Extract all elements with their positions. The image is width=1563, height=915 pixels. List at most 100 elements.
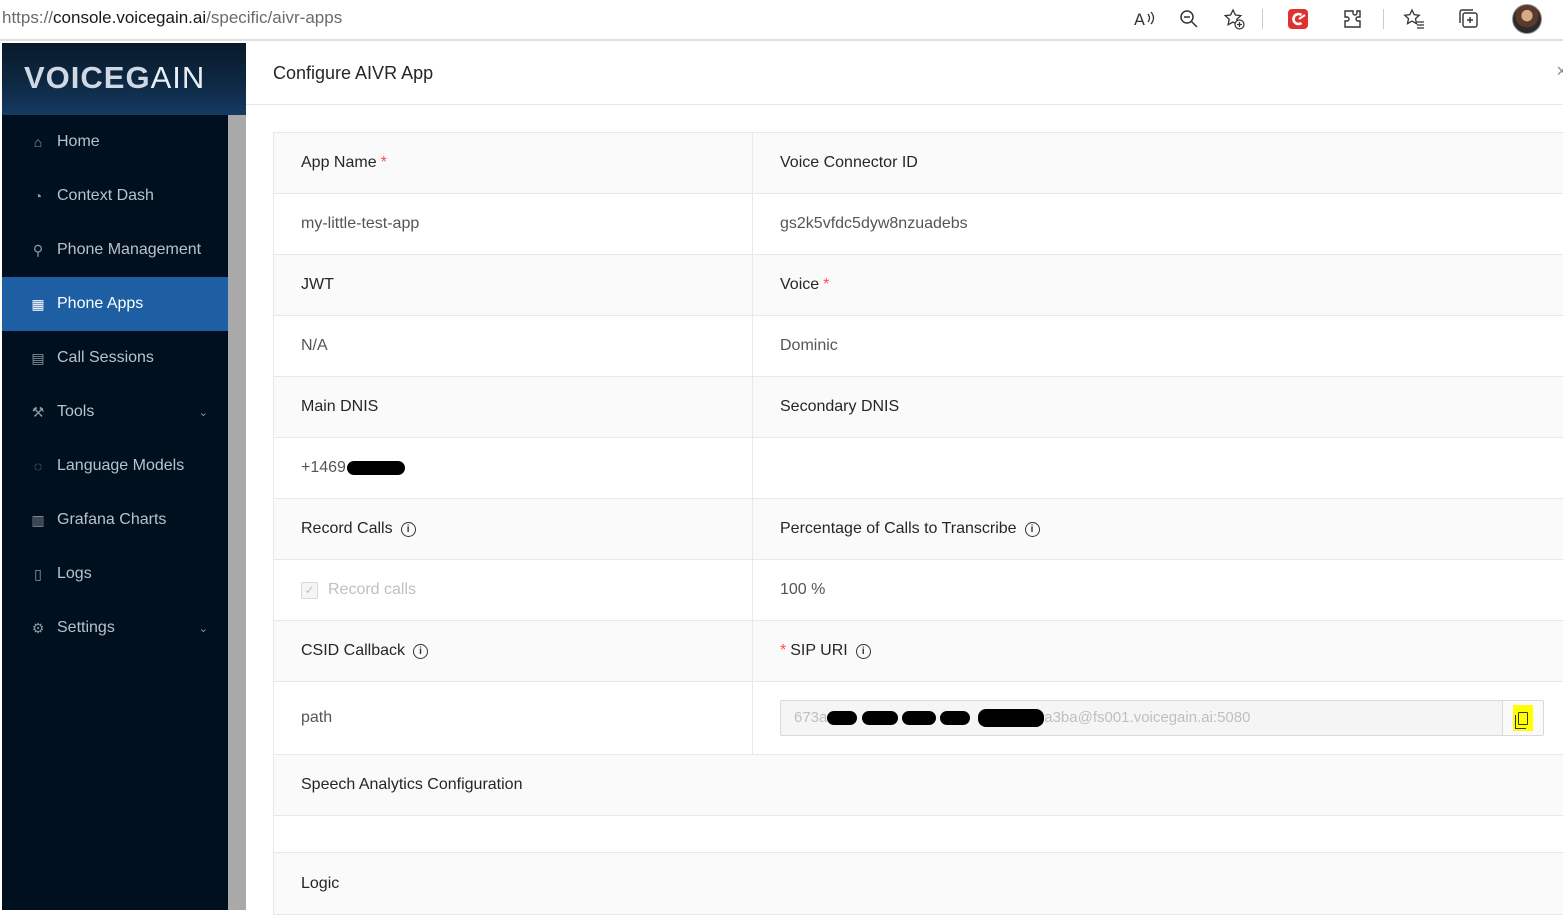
file-icon: ▯: [34, 565, 42, 582]
form-label-row: CSID Callback i * SIP URI i: [274, 621, 1563, 682]
read-aloud-icon[interactable]: A: [1131, 6, 1157, 32]
record-calls-label: Record Calls i: [274, 499, 753, 559]
sidebar-item-grafana-charts[interactable]: ▥ Grafana Charts: [2, 493, 228, 547]
address-bar[interactable]: https://console.voicegain.ai/specific/ai…: [2, 8, 342, 28]
sidebar-item-call-sessions[interactable]: ▤ Call Sessions: [2, 331, 228, 385]
info-icon[interactable]: i: [400, 521, 416, 537]
info-icon[interactable]: i: [1024, 521, 1040, 537]
copy-icon: [1513, 705, 1533, 731]
sidebar-scrollbar[interactable]: [228, 115, 246, 910]
profile-avatar[interactable]: [1512, 4, 1542, 34]
sidebar-item-context-dash[interactable]: ◔ Context Dash: [2, 169, 228, 223]
form-label-row: Main DNIS Secondary DNIS: [274, 377, 1563, 438]
voicegain-logo[interactable]: VOICEGAIN: [2, 43, 246, 115]
logo-text: VOICEGAIN: [24, 60, 206, 95]
add-favorite-icon[interactable]: [1221, 6, 1247, 32]
voice-label: Voice *: [780, 276, 830, 293]
url-path: /specific/aivr-apps: [206, 8, 343, 27]
sidebar-item-label: Settings: [57, 619, 115, 636]
form-value-row: my-little-test-app gs2k5vfdc5dyw8nzuadeb…: [274, 194, 1563, 255]
chevron-down-icon: ⌄: [198, 406, 208, 419]
dashboard-icon: ◔: [33, 188, 43, 204]
page-header: Configure AIVR App ×: [246, 43, 1563, 105]
toolbar-divider: [1383, 9, 1384, 29]
message-icon: ◌: [33, 458, 43, 474]
form-label-row: Record Calls i Percentage of Calls to Tra…: [274, 499, 1563, 560]
voice-value[interactable]: Dominic: [753, 316, 1563, 376]
main-dnis-value[interactable]: +1469: [274, 438, 753, 498]
form-label-row: JWT Voice *: [274, 255, 1563, 316]
record-calls-checkbox[interactable]: ✓ Record calls: [274, 560, 753, 620]
info-icon[interactable]: i: [855, 643, 871, 659]
redaction-mark: [901, 711, 936, 726]
percentage-value[interactable]: 100 %: [753, 560, 1563, 620]
logic-label: Logic: [301, 874, 340, 892]
close-icon[interactable]: ×: [1556, 61, 1563, 82]
redaction-mark: [978, 709, 1045, 728]
percentage-label: Percentage of Calls to Transcribe i: [753, 499, 1563, 559]
sidebar: VOICEGAIN ⌂ Home ◔ Context Dash ⚲ Phone Manag…: [2, 43, 246, 910]
app-name-label: App Name *: [274, 133, 753, 193]
record-calls-checkbox-label: Record calls: [328, 581, 417, 598]
extension-red-icon[interactable]: [1285, 6, 1311, 32]
info-icon[interactable]: i: [413, 643, 429, 659]
voice-connector-value: gs2k5vfdc5dyw8nzuadebs: [780, 215, 968, 232]
checkbox-checked-icon[interactable]: ✓: [301, 581, 318, 599]
form-value-row: N/A Dominic: [274, 316, 1563, 377]
voice-connector-label: Voice Connector ID: [780, 154, 918, 171]
sidebar-menu: ⌂ Home ◔ Context Dash ⚲ Phone Management ▦ Phon…: [2, 115, 228, 655]
home-icon: ⌂: [33, 134, 43, 150]
form-label-row: Logic: [274, 853, 1563, 915]
form-value-row: [274, 816, 1563, 853]
collections-icon[interactable]: [1456, 6, 1482, 32]
jwt-value: N/A: [274, 316, 753, 376]
sidebar-item-phone-management[interactable]: ⚲ Phone Management: [2, 223, 228, 277]
sidebar-item-label: Language Models: [57, 457, 185, 474]
sip-uri-cell: 673a a3ba@fs001.voicegain.ai:5080: [753, 682, 1563, 754]
sidebar-item-label: Tools: [57, 403, 95, 420]
chevron-down-icon: ⌄: [198, 622, 208, 635]
copy-button[interactable]: [1502, 701, 1543, 735]
redaction-mark: [939, 711, 970, 726]
browser-toolbar: https://console.voicegain.ai/specific/ai…: [0, 0, 1563, 41]
redaction-mark: [827, 711, 858, 726]
app-config-form: App Name * Voice Connector ID my-little-t…: [273, 132, 1563, 915]
zoom-out-icon[interactable]: [1176, 6, 1202, 32]
sidebar-item-label: Context Dash: [57, 187, 154, 204]
page-title: Configure AIVR App: [273, 63, 434, 83]
required-mark: *: [380, 154, 387, 171]
form-value-row: ✓ Record calls 100 %: [274, 560, 1563, 621]
form-label-row: App Name * Voice Connector ID: [274, 133, 1563, 194]
url-scheme: https://: [2, 8, 54, 27]
speech-analytics-value[interactable]: [274, 816, 1563, 852]
sidebar-item-phone-apps[interactable]: ▦ Phone Apps: [2, 277, 228, 331]
speech-analytics-label: Speech Analytics Configuration: [301, 776, 523, 793]
sidebar-item-settings[interactable]: ⚙ Settings ⌄: [2, 601, 228, 655]
extensions-icon[interactable]: [1340, 6, 1366, 32]
secondary-dnis-value[interactable]: [753, 438, 1563, 498]
form-label-row: Speech Analytics Configuration: [274, 755, 1563, 816]
table-icon: ▦: [31, 295, 45, 312]
sidebar-item-label: Grafana Charts: [57, 511, 167, 528]
main-panel: Configure AIVR App × App Name * Voice Con…: [246, 43, 1563, 915]
url-host: console.voicegain.ai: [53, 8, 207, 27]
sidebar-item-home[interactable]: ⌂ Home: [2, 115, 228, 169]
bar-chart-icon: ▥: [31, 511, 45, 528]
sidebar-item-label: Logs: [57, 565, 92, 582]
svg-text:A: A: [1134, 10, 1145, 29]
app-name-value[interactable]: my-little-test-app: [274, 194, 753, 254]
sidebar-item-label: Phone Apps: [57, 295, 144, 312]
sidebar-item-language-models[interactable]: ◌ Language Models: [2, 439, 228, 493]
sidebar-item-logs[interactable]: ▯ Logs: [2, 547, 228, 601]
redaction-mark: [861, 711, 898, 726]
csid-callback-value[interactable]: path: [274, 682, 753, 754]
sidebar-item-tools[interactable]: ⚒ Tools ⌄: [2, 385, 228, 439]
secondary-dnis-label: Secondary DNIS: [780, 398, 900, 415]
favorites-icon[interactable]: [1401, 6, 1427, 32]
tool-icon: ⚒: [31, 403, 45, 420]
csid-callback-label: CSID Callback i: [274, 621, 753, 681]
form-value-row: path 673a a3ba@fs001.voicegain.ai:5080: [274, 682, 1563, 755]
required-mark: *: [823, 276, 830, 293]
sip-uri-input[interactable]: 673a a3ba@fs001.voicegain.ai:5080: [780, 700, 1544, 736]
form-value-row: +1469: [274, 438, 1563, 499]
